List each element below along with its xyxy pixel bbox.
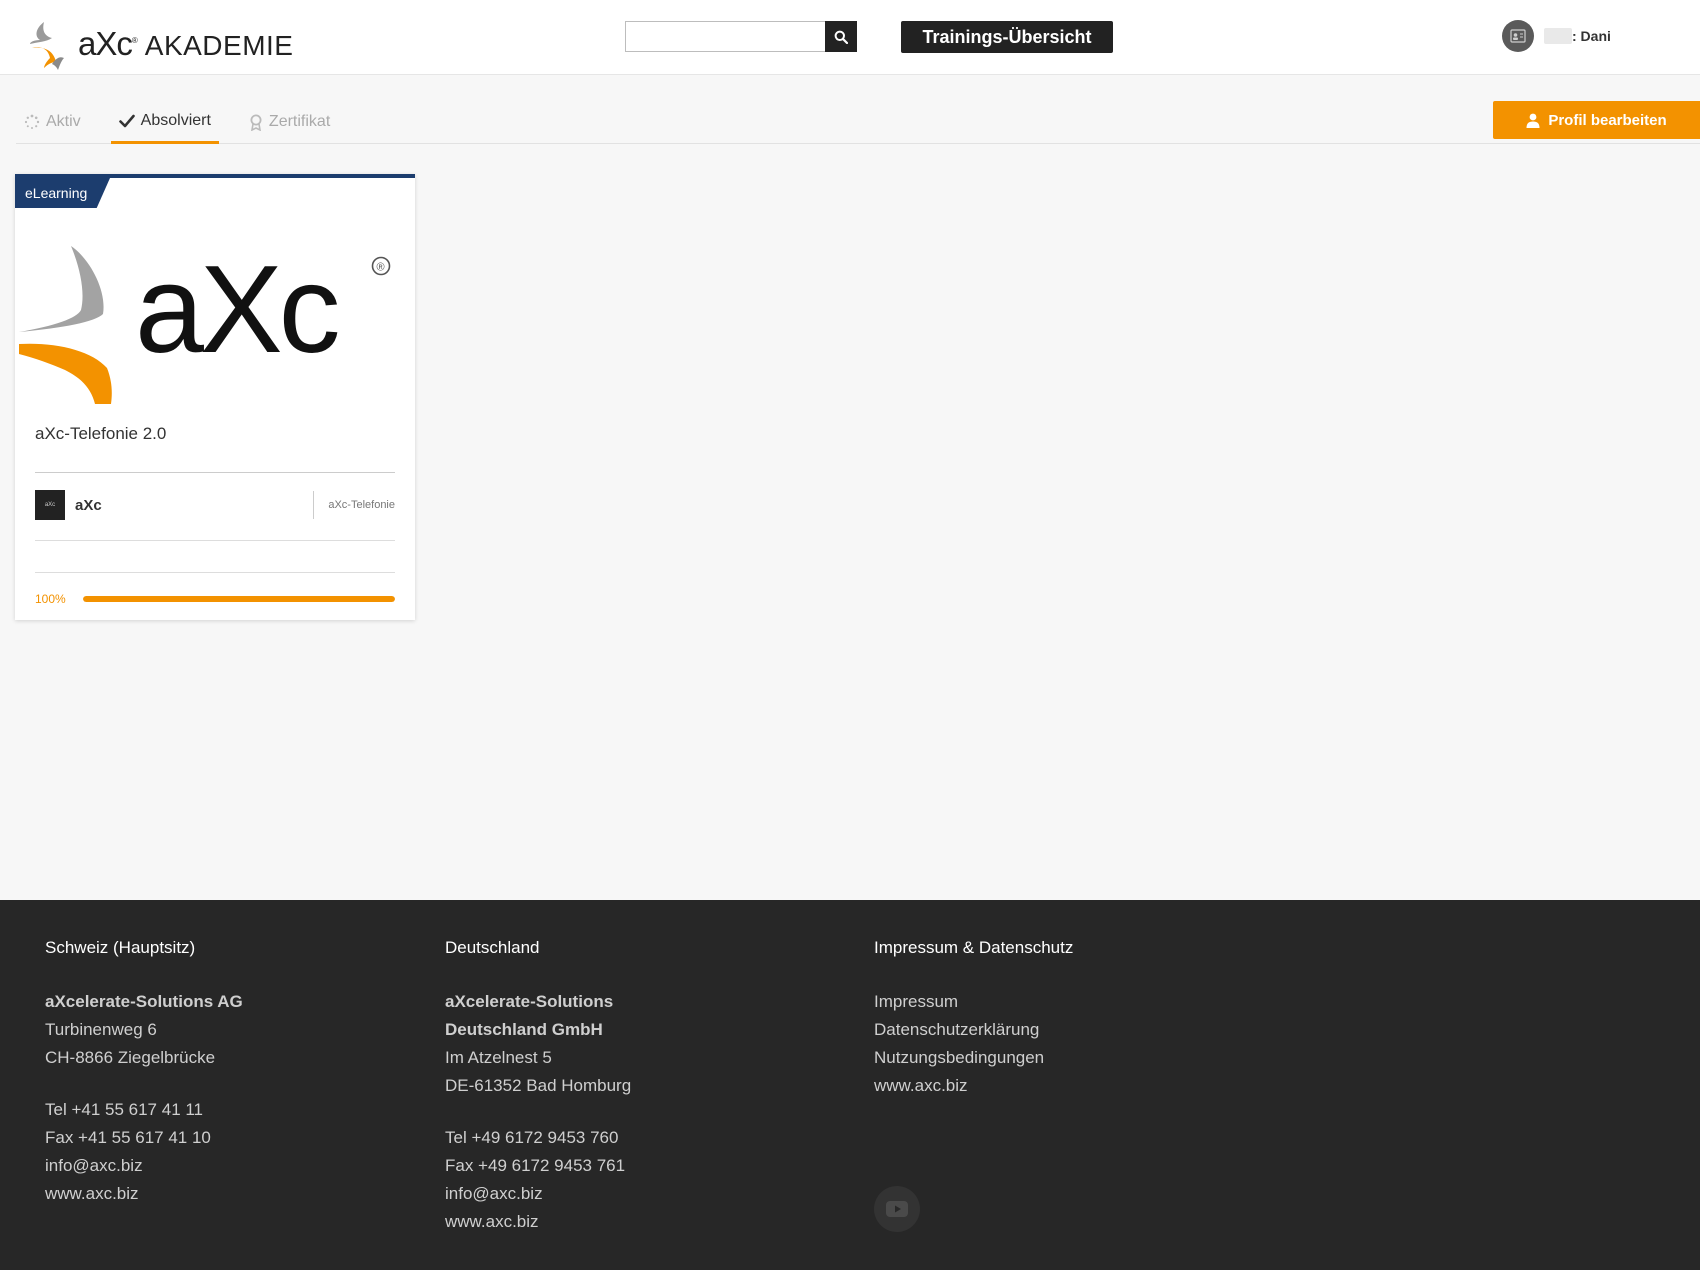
search-button[interactable] (825, 21, 857, 52)
check-icon (118, 114, 135, 127)
phone-number[interactable]: Tel +49 6172 9453 760 (445, 1124, 631, 1152)
logo-brand: aXc® (78, 25, 138, 62)
footer-column-legal: Impressum & Datenschutz Impressum Datens… (874, 938, 1073, 1100)
divider (35, 472, 395, 473)
footer-heading: Deutschland (445, 938, 540, 957)
edit-profile-label: Profil bearbeiten (1548, 111, 1667, 129)
fax-number: Fax +49 6172 9453 761 (445, 1156, 626, 1175)
tab-label: Absolviert (140, 111, 211, 129)
website-link[interactable]: www.axc.biz (874, 1072, 1073, 1100)
registered-mark: ® (377, 262, 385, 274)
fax-number: Fax +41 55 617 41 10 (45, 1128, 211, 1147)
axc-swoosh-icon (30, 22, 64, 70)
address-street: Turbinenweg 6 (45, 1020, 157, 1039)
avatar[interactable] (1502, 20, 1534, 52)
spinner-icon (24, 114, 40, 129)
logo-subtitle: AKADEMIE (144, 30, 294, 61)
email-link[interactable]: info@axc.biz (445, 1180, 631, 1208)
tab-zertifikat[interactable]: Zertifikat (241, 100, 338, 144)
website-link[interactable]: www.axc.biz (45, 1180, 243, 1208)
course-title[interactable]: aXc-Telefonie 2.0 (35, 424, 166, 444)
user-menu[interactable]: : Dani (1502, 20, 1611, 52)
user-icon (1526, 113, 1540, 128)
footer-heading: Schweiz (Hauptsitz) (45, 938, 196, 957)
axc-logo-image: aXc ® (19, 241, 391, 404)
email-link[interactable]: info@axc.biz (45, 1152, 243, 1180)
tab-aktiv[interactable]: Aktiv (16, 100, 89, 144)
company-name-line2: Deutschland GmbH (445, 1020, 603, 1039)
company-name-line1: aXcelerate-Solutions (445, 992, 614, 1011)
terms-link[interactable]: Nutzungsbedingungen (874, 1044, 1073, 1072)
impressum-link[interactable]: Impressum (874, 988, 1073, 1016)
company-name: aXcelerate-Solutions AG (45, 992, 243, 1011)
footer-column-switzerland: Schweiz (Hauptsitz) aXcelerate-Solutions… (45, 938, 243, 1208)
top-header: aXc® AKADEMIE Trainings-Übersicht : Dani (0, 0, 1700, 75)
search-icon (834, 30, 848, 44)
tab-label: Aktiv (46, 113, 81, 130)
youtube-button[interactable] (874, 1186, 920, 1232)
user-card-icon (1510, 29, 1526, 43)
tab-absolviert[interactable]: Absolviert (110, 100, 219, 144)
address-city: DE-61352 Bad Homburg (445, 1076, 632, 1095)
trainings-overview-button[interactable]: Trainings-Übersicht (901, 21, 1113, 53)
progress-percent: 100% (35, 592, 66, 606)
search-bar (625, 21, 857, 52)
course-type-badge: eLearning (15, 178, 110, 208)
provider-name: aXc (75, 496, 102, 514)
progress-fill (83, 596, 395, 602)
course-card[interactable]: eLearning aXc ® aXc-Telefonie 2.0 aXc aX… (15, 174, 415, 620)
footer-heading: Impressum & Datenschutz (874, 938, 1074, 957)
address-city: CH-8866 Ziegelbrücke (45, 1048, 216, 1067)
site-footer: Schweiz (Hauptsitz) aXcelerate-Solutions… (0, 900, 1700, 1270)
divider (35, 572, 395, 573)
phone-number[interactable]: Tel +41 55 617 41 11 (45, 1096, 243, 1124)
youtube-icon (886, 1201, 908, 1217)
award-icon (250, 114, 262, 131)
course-category: aXc-Telefonie (313, 491, 395, 519)
progress-bar (83, 596, 395, 602)
site-logo[interactable]: aXc® AKADEMIE (30, 18, 293, 70)
divider (35, 540, 395, 541)
redacted-name (1544, 28, 1572, 44)
footer-column-germany: Deutschland aXcelerate-Solutions Deutsch… (445, 938, 631, 1236)
course-image[interactable]: aXc ® (15, 218, 415, 404)
edit-profile-button[interactable]: Profil bearbeiten (1493, 101, 1700, 139)
image-brand-text: aXc (135, 241, 338, 379)
user-name: : Dani (1572, 28, 1611, 44)
training-tabs: Aktiv Absolviert Zertifikat (16, 100, 1700, 144)
privacy-link[interactable]: Datenschutzerklärung (874, 1016, 1073, 1044)
website-link[interactable]: www.axc.biz (445, 1208, 631, 1236)
search-input[interactable] (625, 21, 825, 52)
course-provider: aXc aXc aXc-Telefonie (35, 490, 395, 520)
provider-logo: aXc (35, 490, 65, 520)
address-street: Im Atzelnest 5 (445, 1048, 552, 1067)
tab-label: Zertifikat (268, 113, 331, 130)
